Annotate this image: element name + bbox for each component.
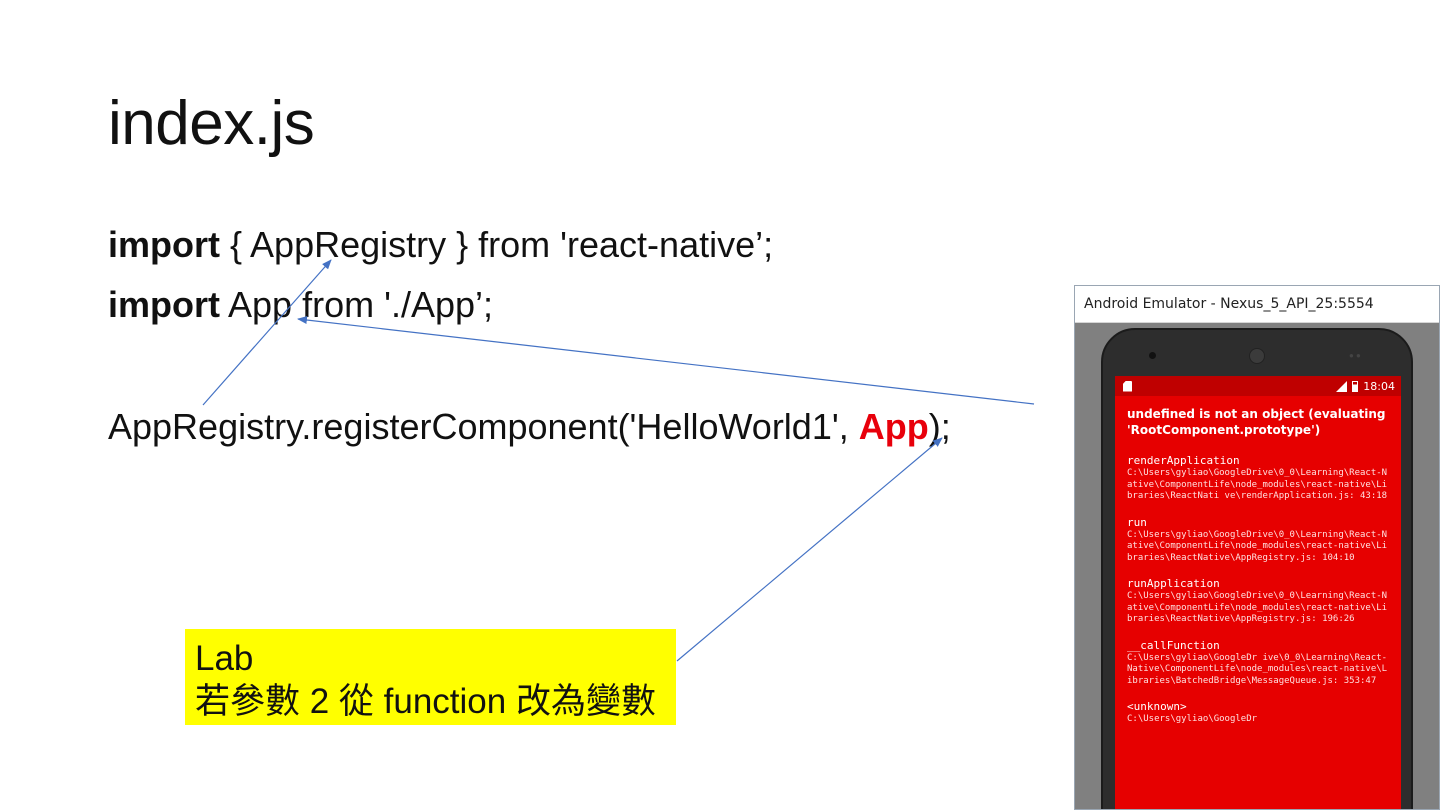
android-emulator-window[interactable]: Android Emulator - Nexus_5_API_25:5554 ●… <box>1074 285 1440 810</box>
code-text: ); <box>928 406 951 447</box>
stack-frame-path: C:\Users\gyliao\GoogleDr <box>1127 714 1258 724</box>
code-line-register-component: AppRegistry.registerComponent('HelloWorl… <box>108 406 951 448</box>
import-keyword: import <box>108 224 220 265</box>
sd-card-icon <box>1123 380 1132 392</box>
code-line-import-app: import App from './App’; <box>108 284 493 326</box>
stack-frame[interactable]: run C:\Users\gyliao\GoogleDrive\0_0\Lear… <box>1127 516 1391 565</box>
stack-frame-path: C:\Users\gyliao\GoogleDrive\0_0\Learning… <box>1127 468 1388 501</box>
error-message: undefined is not an object (evaluating '… <box>1127 407 1386 437</box>
phone-screen[interactable]: 18:04 undefined is not an object (evalua… <box>1115 376 1401 809</box>
stack-frame[interactable]: <unknown> C:\Users\gyliao\GoogleDr <box>1127 700 1391 726</box>
slide-title: index.js <box>108 89 315 158</box>
signal-icon <box>1336 380 1348 392</box>
lab-callout: Lab 若參數 2 從 function 改為變數 <box>185 629 676 725</box>
code-line-import-appregistry: import { AppRegistry } from 'react-nativ… <box>108 224 773 266</box>
stack-frame-name: <unknown> <box>1127 700 1187 713</box>
stack-frame[interactable]: __callFunction C:\Users\gyliao\GoogleDr … <box>1127 639 1391 688</box>
stack-frame-name: runApplication <box>1127 577 1220 590</box>
code-text: AppRegistry.registerComponent('HelloWorl… <box>108 406 859 447</box>
arrow-from-lab-to-app <box>676 437 943 662</box>
arrow-to-appregistry <box>202 259 332 406</box>
stack-frame-name: renderApplication <box>1127 454 1240 467</box>
lab-heading: Lab <box>195 639 254 678</box>
battery-icon <box>1352 380 1359 392</box>
status-bar: 18:04 <box>1115 376 1401 396</box>
front-camera-icon <box>1149 352 1156 359</box>
arrow-to-app-import <box>297 316 1035 405</box>
emulator-title-bar[interactable]: Android Emulator - Nexus_5_API_25:5554 <box>1075 286 1439 323</box>
speaker-icon <box>1249 348 1265 364</box>
stack-frame[interactable]: renderApplication C:\Users\gyliao\Google… <box>1127 454 1391 503</box>
highlighted-app-argument: App <box>858 406 929 447</box>
stack-frame-path: C:\Users\gyliao\GoogleDrive\0_0\Learning… <box>1127 591 1388 624</box>
stack-frame-name: __callFunction <box>1127 638 1220 652</box>
lab-instruction: 若參數 2 從 function 改為變數 <box>195 682 656 721</box>
stack-frame-path: C:\Users\gyliao\GoogleDrive\0_0\Learning… <box>1127 529 1388 563</box>
stack-frame[interactable]: runApplication C:\Users\gyliao\GoogleDri… <box>1127 577 1391 626</box>
stack-frame-path: C:\Users\gyliao\GoogleDr ive\0_0\Learnin… <box>1127 652 1388 686</box>
import-keyword: import <box>108 284 220 325</box>
stack-frame-name: run <box>1127 515 1147 529</box>
status-time: 18:04 <box>1363 379 1395 393</box>
code-text: App from './App’; <box>220 284 494 325</box>
phone-frame: ● ● 18:04 undefined is not an object (ev… <box>1101 328 1413 809</box>
redbox-error[interactable]: undefined is not an object (evaluating '… <box>1115 396 1401 726</box>
sensor-icon: ● ● <box>1349 351 1361 360</box>
code-text: { AppRegistry } from 'react-native’; <box>220 224 774 265</box>
